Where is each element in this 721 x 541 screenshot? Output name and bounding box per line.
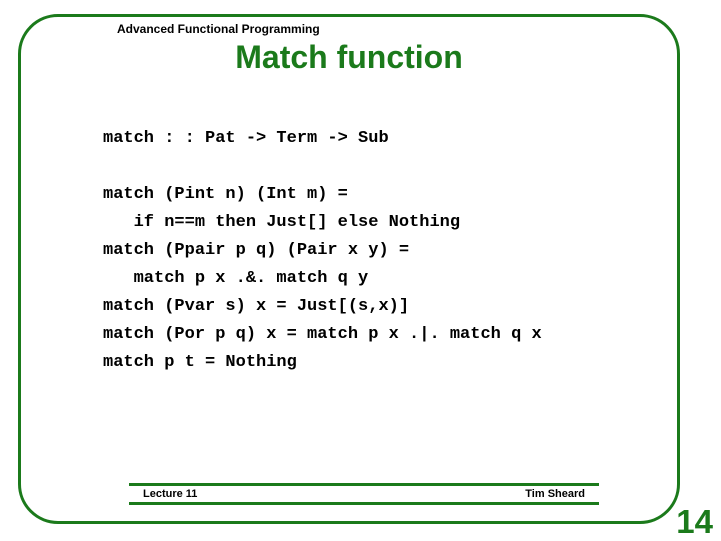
- author-label: Tim Sheard: [525, 488, 585, 500]
- code-signature: match : : Pat -> Term -> Sub: [103, 129, 389, 148]
- code-line: match (Pvar s) x = Just[(s,x)]: [103, 297, 409, 316]
- lecture-label: Lecture 11: [143, 488, 197, 500]
- slide-frame: Advanced Functional Programming Match fu…: [18, 14, 680, 524]
- code-line: match (Ppair p q) (Pair x y) =: [103, 241, 409, 260]
- course-label: Advanced Functional Programming: [111, 22, 326, 36]
- code-block: match : : Pat -> Term -> Sub match (Pint…: [103, 125, 542, 377]
- code-line: match (Por p q) x = match p x .|. match …: [103, 325, 542, 344]
- code-line: if n==m then Just[] else Nothing: [103, 213, 460, 232]
- code-line: match (Pint n) (Int m) =: [103, 185, 348, 204]
- code-line: match p x .&. match q y: [103, 269, 368, 288]
- code-line: match p t = Nothing: [103, 353, 297, 372]
- footer-bar: Lecture 11 Tim Sheard: [129, 483, 599, 505]
- slide-title: Match function: [21, 39, 677, 76]
- page-number: 14: [676, 503, 713, 541]
